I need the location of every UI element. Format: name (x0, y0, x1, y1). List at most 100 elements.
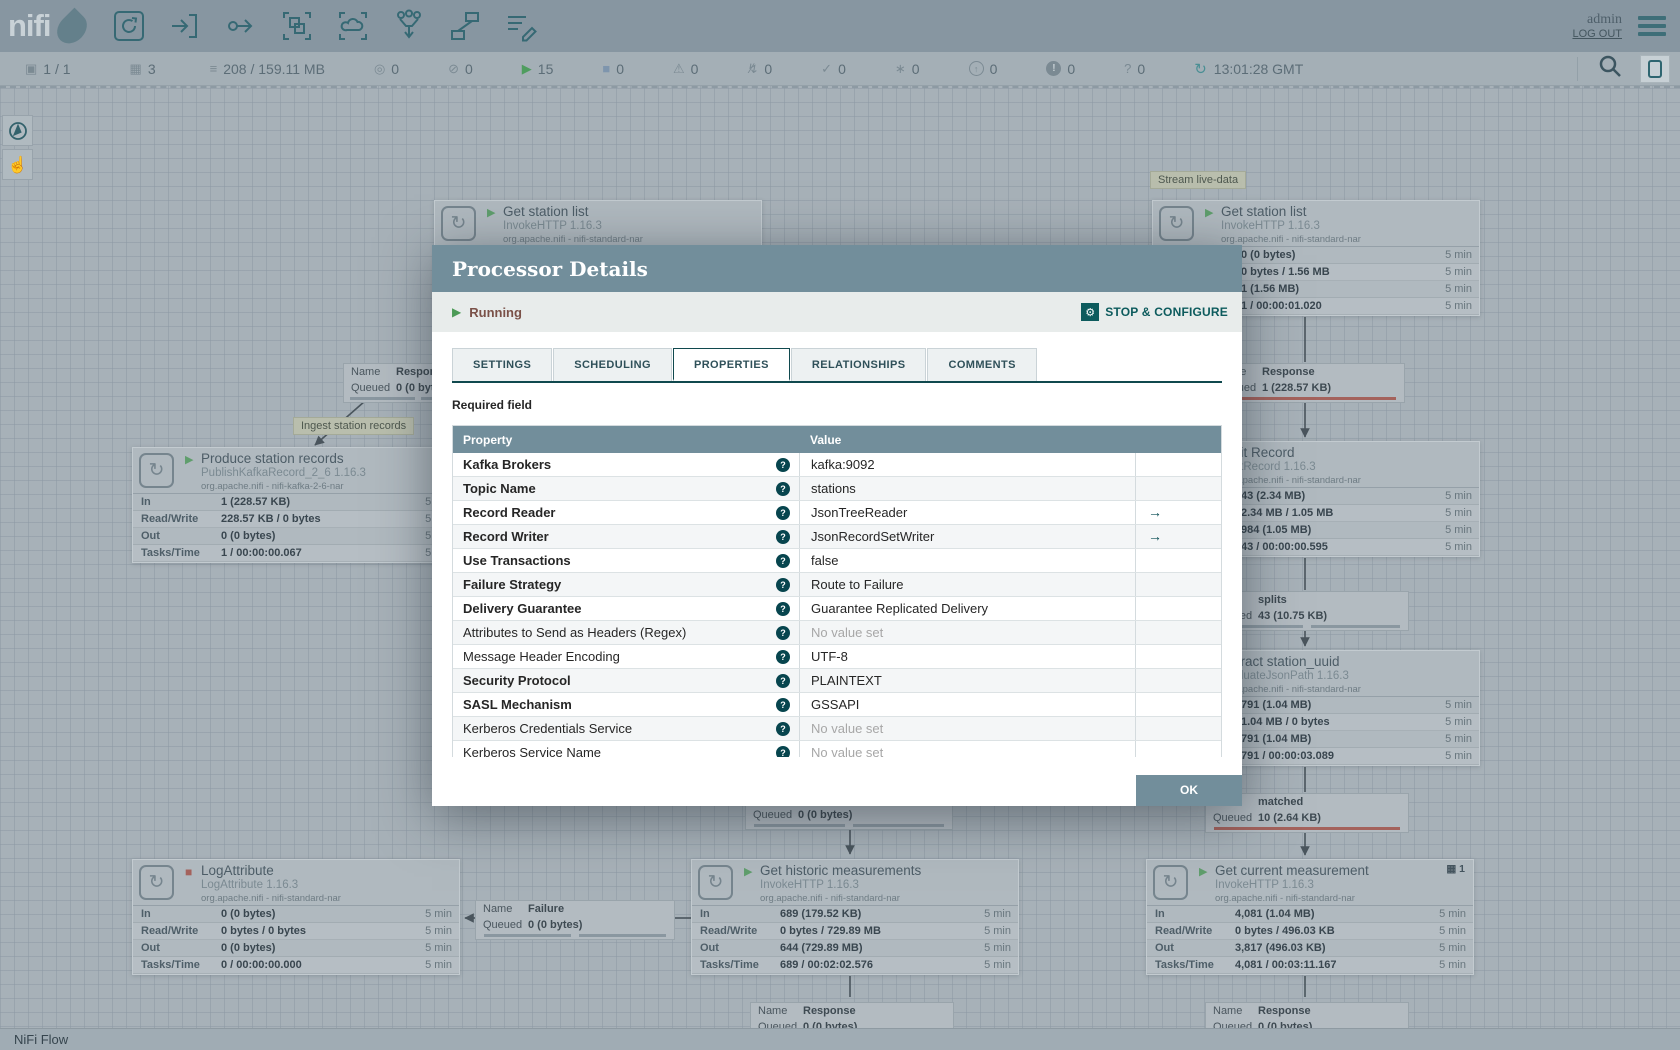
help-icon[interactable]: ? (776, 698, 790, 712)
table-row: Kerberos Service Name? No value set (453, 741, 1221, 757)
help-icon[interactable]: ? (776, 482, 790, 496)
dialog-title: Processor Details (452, 256, 648, 281)
canvas-label[interactable]: Stream live-data (1150, 171, 1247, 189)
grid-icon: ▦ (129, 60, 142, 76)
process-group-icon[interactable] (279, 8, 315, 44)
flow-status-bar: ▣ 1 / 1 ▦ 3 ≡ 208 / 159.11 MB ◎ 0 ⊘ 0 ▶ 15 ■ 0 … (0, 52, 1680, 86)
asterisk-icon: ∗ (894, 60, 906, 76)
search-button[interactable] (1596, 52, 1624, 85)
refresh-icon[interactable]: ↻ (1194, 60, 1207, 78)
tab-properties[interactable]: PROPERTIES (672, 348, 790, 381)
status-up-to-date: ✓ 0 (821, 60, 846, 77)
processor-logattribute[interactable]: ↻ ■ LogAttribute LogAttribute 1.16.3 org… (132, 859, 460, 975)
table-row: Topic Name? stations (453, 477, 1221, 501)
help-icon[interactable]: ? (776, 578, 790, 592)
nifi-logo: nifi (8, 4, 93, 50)
no-transmit-icon: ⊘ (448, 60, 459, 76)
processor-name: Get station list (503, 204, 589, 219)
processor-nar: org.apache.nifi - nifi-standard-nar (503, 234, 643, 245)
processor-name: Get current measurement (1215, 863, 1369, 878)
processor-type: LogAttribute 1.16.3 (201, 879, 299, 891)
help-icon[interactable]: ? (776, 530, 790, 544)
stop-and-configure-button[interactable]: ⚙ STOP & CONFIGURE (1081, 303, 1228, 321)
funnel-icon[interactable] (391, 8, 427, 44)
refresh-status[interactable]: ↻ 13:01:28 GMT (1194, 60, 1303, 78)
processor-type-icon: ↻ (139, 453, 174, 488)
nifi-drop-icon (50, 7, 93, 50)
cluster-node-badge: ▦ 1 (1446, 863, 1465, 875)
properties-table-header: Property Value (453, 426, 1221, 453)
processor-type-icon: ↻ (441, 206, 476, 241)
status-modified-stale: ! 0 (1046, 61, 1075, 77)
help-icon[interactable]: ? (776, 746, 790, 757)
table-row: Record Reader? JsonTreeReader → (453, 501, 1221, 525)
dialog-tabs: SETTINGS SCHEDULING PROPERTIES RELATIONS… (452, 348, 1222, 383)
status-total-queued: ≡ 208 / 159.11 MB (209, 60, 325, 77)
tab-scheduling[interactable]: SCHEDULING (553, 348, 672, 381)
status-disabled: ↯0 (747, 60, 772, 77)
status-invalid: ⚠ 0 (673, 60, 699, 77)
required-field-label: Required field (452, 398, 533, 412)
help-icon[interactable]: ? (776, 458, 790, 472)
go-to-service-icon[interactable]: → (1148, 528, 1162, 544)
processor-type: InvokeHTTP 1.16.3 (1221, 220, 1320, 232)
properties-table: Property Value Kafka Brokers? kafka:9092… (452, 425, 1222, 757)
status-active-threads: ▦ 3 (129, 60, 156, 77)
connection-failure[interactable]: Name Failure Queued 0 (0 bytes) (475, 900, 675, 940)
processor-type: InvokeHTTP 1.16.3 (503, 220, 602, 232)
ok-button[interactable]: OK (1136, 775, 1242, 806)
disabled-icon: ↯ (747, 60, 758, 77)
help-icon[interactable]: ? (776, 602, 790, 616)
processor-type: PublishKafkaRecord_2_6 1.16.3 (201, 467, 366, 479)
processor-name: Produce station records (201, 451, 344, 466)
help-icon[interactable]: ? (776, 554, 790, 568)
dialog-header: Processor Details (432, 245, 1242, 292)
tab-relationships[interactable]: RELATIONSHIPS (790, 348, 927, 381)
template-icon[interactable] (447, 8, 483, 44)
table-row: Message Header Encoding? UTF-8 (453, 645, 1221, 669)
transmit-icon: ◎ (373, 60, 386, 76)
tab-settings[interactable]: SETTINGS (452, 348, 553, 381)
go-to-service-icon[interactable]: → (1148, 504, 1162, 520)
running-status-icon: ▶ (452, 305, 462, 319)
global-menu-icon[interactable] (1638, 12, 1666, 40)
status-transmitting: ◎ 0 (373, 60, 400, 77)
gear-icon: ⚙ (1081, 303, 1100, 321)
logout-link[interactable]: LOG OUT (1572, 28, 1622, 40)
help-icon[interactable]: ? (776, 626, 790, 640)
stopped-status-icon: ■ (185, 865, 193, 879)
processor-type-icon: ↻ (698, 865, 733, 900)
input-port-icon[interactable] (167, 8, 203, 44)
birdseye-toggle-button[interactable] (1640, 54, 1670, 83)
canvas-label[interactable]: Ingest station records (293, 417, 415, 435)
help-icon[interactable]: ? (776, 674, 790, 688)
status-stale: ↑ 0 (968, 61, 997, 77)
run-status-icon: ▶ (1199, 866, 1208, 878)
processor-get-current-measurement[interactable]: ↻ ▶ Get current measurement InvokeHTTP 1… (1146, 859, 1474, 975)
navigate-palette-button[interactable] (2, 115, 33, 146)
table-row: Failure Strategy? Route to Failure (453, 573, 1221, 597)
status-clustered-nodes: ▣ 1 / 1 (25, 60, 71, 77)
breadcrumb[interactable]: NiFi Flow (14, 1032, 68, 1047)
help-icon[interactable]: ? (776, 506, 790, 520)
arrow-up-circle-icon: ↑ (968, 61, 984, 76)
status-sync-failure: ? 0 (1124, 60, 1146, 77)
label-icon[interactable] (503, 8, 539, 44)
list-icon: ≡ (209, 61, 218, 76)
operate-palette-button[interactable]: ☝ (2, 149, 33, 180)
processor-nar: org.apache.nifi - nifi-standard-nar (760, 893, 900, 904)
remote-process-group-icon[interactable] (335, 8, 371, 44)
processor-get-historic-measurements[interactable]: ↻ ▶ Get historic measurements InvokeHTTP… (691, 859, 1019, 975)
help-icon[interactable]: ? (776, 650, 790, 664)
help-icon[interactable]: ? (776, 722, 790, 736)
processor-produce-station-records[interactable]: ↻ ▶ Produce station records PublishKafka… (132, 447, 460, 563)
breadcrumb-bar: NiFi Flow (0, 1028, 1680, 1050)
processor-nar: org.apache.nifi - nifi-standard-nar (1215, 893, 1355, 904)
processor-icon[interactable] (111, 8, 147, 44)
tab-comments[interactable]: COMMENTS (927, 348, 1037, 381)
output-port-icon[interactable] (223, 8, 259, 44)
run-status-icon: ▶ (487, 207, 496, 219)
nifi-logo-text: nifi (8, 8, 51, 43)
check-icon: ✓ (821, 60, 833, 76)
table-row: Record Writer? JsonRecordSetWriter → (453, 525, 1221, 549)
